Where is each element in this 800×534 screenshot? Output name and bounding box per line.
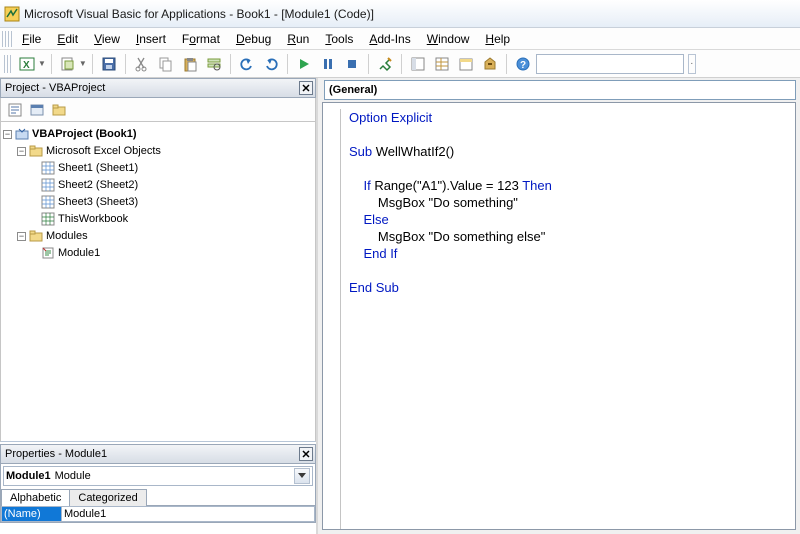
project-panel-title: Project - VBAProject — [5, 82, 105, 94]
toolbar-grip — [4, 55, 12, 73]
project-tree[interactable]: −VBAProject (Book1) −Microsoft Excel Obj… — [0, 122, 316, 442]
separator — [368, 54, 369, 74]
collapse-icon[interactable]: − — [3, 130, 12, 139]
module-icon — [41, 246, 55, 260]
menu-format[interactable]: Format — [174, 30, 228, 48]
tree-sheet[interactable]: Sheet3 (Sheet3) — [3, 194, 313, 210]
toolbox-button[interactable] — [479, 53, 501, 75]
svg-text:X: X — [23, 60, 30, 71]
tree-excel-objects[interactable]: −Microsoft Excel Objects — [3, 143, 313, 159]
cut-button[interactable] — [131, 53, 153, 75]
separator — [230, 54, 231, 74]
run-button[interactable] — [293, 53, 315, 75]
project-panel-header: Project - VBAProject ✕ — [0, 78, 316, 98]
code-text[interactable]: Option Explicit Sub WellWhatIf2() If Ran… — [349, 109, 795, 296]
properties-panel-header: Properties - Module1 ✕ — [0, 444, 316, 464]
properties-panel: Module1 Module Alphabetic Categorized (N… — [0, 464, 316, 523]
workbook-icon — [41, 212, 55, 226]
view-object-button[interactable] — [27, 100, 47, 120]
help-search-box[interactable] — [536, 54, 684, 74]
collapse-icon[interactable]: − — [17, 232, 26, 241]
object-browser-button[interactable] — [455, 53, 477, 75]
menu-help[interactable]: Help — [477, 30, 518, 48]
menu-window[interactable]: Window — [419, 30, 478, 48]
property-row[interactable]: (Name) Module1 — [1, 506, 315, 522]
tree-workbook[interactable]: ThisWorkbook — [3, 211, 313, 227]
folder-icon — [29, 229, 43, 243]
separator — [125, 54, 126, 74]
properties-tabs: Alphabetic Categorized — [1, 488, 315, 506]
close-icon[interactable]: ✕ — [299, 81, 313, 95]
code-gutter — [323, 109, 341, 529]
toolbar: X ▼ ▼ ? · — [0, 50, 800, 78]
property-name: (Name) — [1, 506, 61, 522]
view-code-button[interactable] — [5, 100, 25, 120]
menu-edit[interactable]: Edit — [49, 30, 86, 48]
toggle-folders-button[interactable] — [49, 100, 69, 120]
code-combo-bar: (General) — [318, 78, 800, 100]
separator — [92, 54, 93, 74]
tree-sheet[interactable]: Sheet1 (Sheet1) — [3, 160, 313, 176]
tab-categorized[interactable]: Categorized — [69, 489, 146, 506]
undo-button[interactable] — [236, 53, 258, 75]
menu-view[interactable]: View — [86, 30, 128, 48]
project-toolbar — [0, 98, 316, 122]
collapse-icon[interactable]: − — [17, 147, 26, 156]
worksheet-icon — [41, 178, 55, 192]
tree-module[interactable]: Module1 — [3, 245, 313, 261]
dropdown-icon[interactable]: ▼ — [38, 59, 46, 68]
properties-object-combo[interactable]: Module1 Module — [3, 466, 313, 486]
copy-button[interactable] — [155, 53, 177, 75]
view-excel-button[interactable]: X — [16, 53, 38, 75]
menu-file[interactable]: File — [14, 30, 49, 48]
separator — [51, 54, 52, 74]
vba-project-icon — [15, 127, 29, 141]
menu-bar: File Edit View Insert Format Debug Run T… — [0, 28, 800, 50]
redo-button[interactable] — [260, 53, 282, 75]
folder-icon — [29, 144, 43, 158]
tree-modules-folder[interactable]: −Modules — [3, 228, 313, 244]
worksheet-icon — [41, 195, 55, 209]
menubar-grip — [2, 31, 12, 47]
project-explorer-button[interactable] — [407, 53, 429, 75]
title-bar: Microsoft Visual Basic for Applications … — [0, 0, 800, 28]
property-value[interactable]: Module1 — [61, 506, 315, 522]
separator — [287, 54, 288, 74]
chevron-down-icon[interactable] — [294, 468, 310, 484]
reset-button[interactable] — [341, 53, 363, 75]
separator — [401, 54, 402, 74]
find-button[interactable] — [203, 53, 225, 75]
dropdown-icon[interactable]: ▼ — [79, 59, 87, 68]
left-panel: Project - VBAProject ✕ −VBAProject (Book… — [0, 78, 318, 534]
svg-text:?: ? — [520, 60, 526, 71]
app-icon — [4, 6, 20, 22]
properties-panel-title: Properties - Module1 — [5, 448, 107, 460]
object-combo[interactable]: (General) — [324, 80, 796, 100]
toolbar-overflow[interactable]: · — [688, 54, 696, 74]
menu-run[interactable]: Run — [279, 30, 317, 48]
code-panel: (General) Option Explicit Sub WellWhatIf… — [318, 78, 800, 534]
insert-button[interactable] — [57, 53, 79, 75]
menu-addins[interactable]: Add-Ins — [361, 30, 418, 48]
menu-tools[interactable]: Tools — [317, 30, 361, 48]
menu-debug[interactable]: Debug — [228, 30, 279, 48]
tab-alphabetic[interactable]: Alphabetic — [1, 489, 70, 506]
separator — [506, 54, 507, 74]
break-button[interactable] — [317, 53, 339, 75]
paste-button[interactable] — [179, 53, 201, 75]
close-icon[interactable]: ✕ — [299, 447, 313, 461]
menu-insert[interactable]: Insert — [128, 30, 174, 48]
save-button[interactable] — [98, 53, 120, 75]
tree-root[interactable]: −VBAProject (Book1) — [3, 126, 313, 142]
code-editor[interactable]: Option Explicit Sub WellWhatIf2() If Ran… — [322, 102, 796, 530]
properties-button[interactable] — [431, 53, 453, 75]
help-button[interactable]: ? — [512, 53, 534, 75]
tree-sheet[interactable]: Sheet2 (Sheet2) — [3, 177, 313, 193]
window-title: Microsoft Visual Basic for Applications … — [24, 7, 374, 21]
design-mode-button[interactable] — [374, 53, 396, 75]
worksheet-icon — [41, 161, 55, 175]
